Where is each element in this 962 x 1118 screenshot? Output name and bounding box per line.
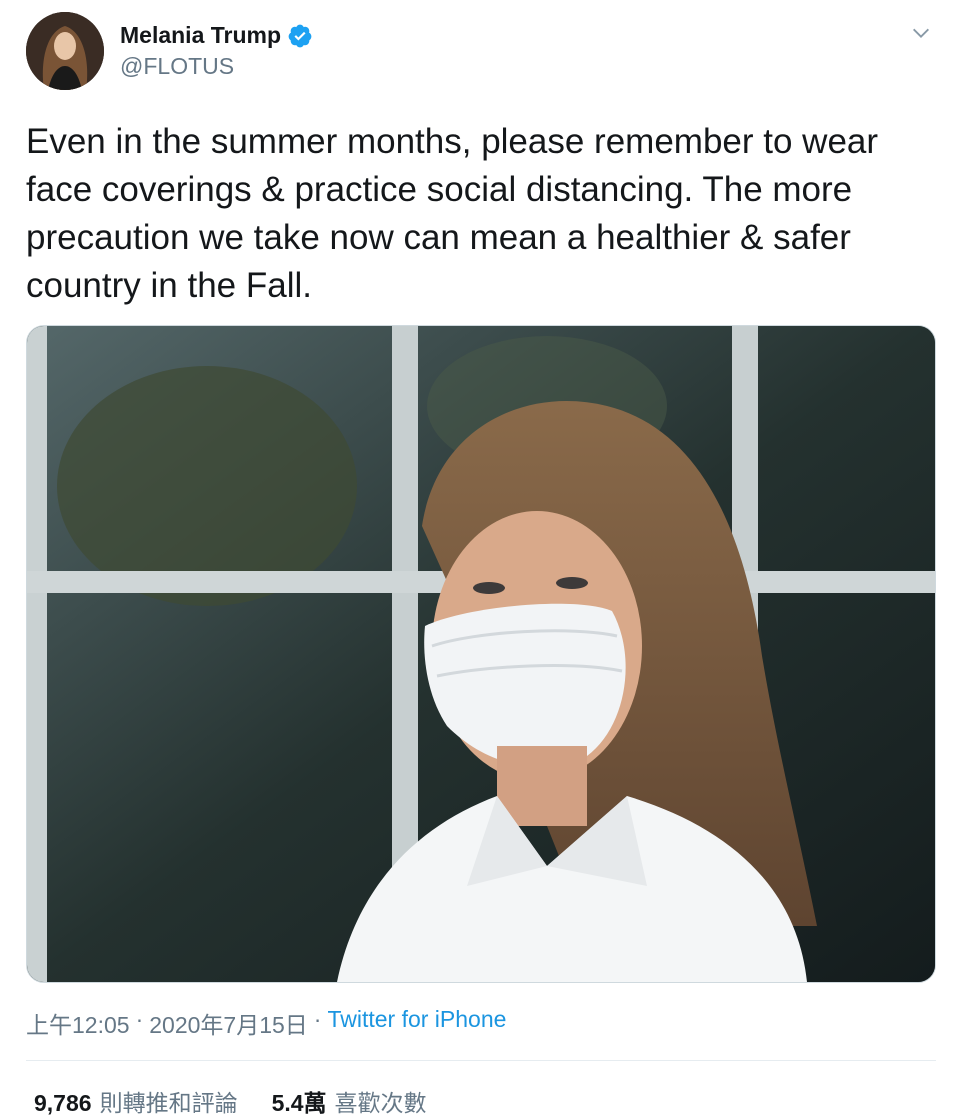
- avatar[interactable]: [26, 12, 104, 90]
- tweet-source-link[interactable]: Twitter for iPhone: [327, 1006, 506, 1040]
- likes-stat[interactable]: 5.4萬 喜歡次數: [272, 1084, 427, 1118]
- tweet-meta: 上午12:05 · 2020年7月15日 · Twitter for iPhon…: [26, 1006, 506, 1040]
- tweet-time[interactable]: 上午12:05: [26, 1006, 130, 1040]
- tweet-text: Even in the summer months, please rememb…: [26, 122, 879, 305]
- display-name[interactable]: Melania Trump: [120, 22, 281, 49]
- divider: [26, 1060, 936, 1061]
- retweets-count: 9,786: [34, 1090, 92, 1116]
- likes-count: 5.4萬: [271, 1090, 327, 1116]
- chevron-down-icon[interactable]: [910, 22, 932, 44]
- likes-label: 喜歡次數: [334, 1090, 427, 1116]
- retweets-label: 則轉推和評論: [99, 1090, 238, 1116]
- meta-separator: ·: [135, 1006, 144, 1032]
- verified-badge-icon: [288, 24, 312, 47]
- author-handle[interactable]: @FLOTUS: [120, 53, 234, 80]
- author-name-row: Melania Trump: [120, 22, 313, 49]
- tweet-stats: 9,786 則轉推和評論 5.4萬 喜歡次數: [34, 1084, 427, 1118]
- tweet-photo[interactable]: [26, 325, 936, 983]
- tweet-card: Melania Trump @FLOTUS Even in the summer…: [0, 0, 962, 1116]
- meta-separator: ·: [313, 1006, 322, 1032]
- photo-woman-face-mask-icon: [27, 326, 935, 982]
- tweet-date[interactable]: 2020年7月15日: [149, 1006, 308, 1040]
- retweets-stat[interactable]: 9,786 則轉推和評論: [34, 1084, 238, 1118]
- profile-photo-icon: [26, 12, 104, 90]
